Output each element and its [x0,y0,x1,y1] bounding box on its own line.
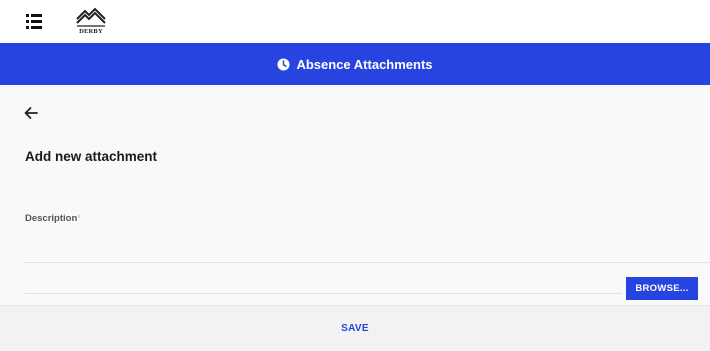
form-heading: Add new attachment [25,149,158,164]
university-logo[interactable]: DERBY [75,5,107,37]
clock-icon [277,57,291,71]
main-content: Add new attachment Description* BROWSE..… [0,85,710,351]
hamburger-menu-icon[interactable] [26,11,48,31]
form-footer: SAVE [0,305,710,351]
description-label: Description* [25,213,81,224]
page-title-bar: Absence Attachments [0,43,710,85]
page-title: Absence Attachments [296,56,433,72]
browse-button[interactable]: BROWSE... [626,277,698,300]
file-path-field[interactable] [25,293,622,294]
description-label-text: Description [25,213,78,224]
required-marker: * [77,213,81,224]
logo-mark-icon [76,7,106,27]
arrow-left-icon [24,107,38,119]
logo-text: DERBY [79,28,103,35]
top-bar: DERBY [0,0,710,43]
description-input[interactable] [25,227,710,263]
save-button[interactable]: SAVE [321,315,389,342]
back-button[interactable] [22,105,40,121]
